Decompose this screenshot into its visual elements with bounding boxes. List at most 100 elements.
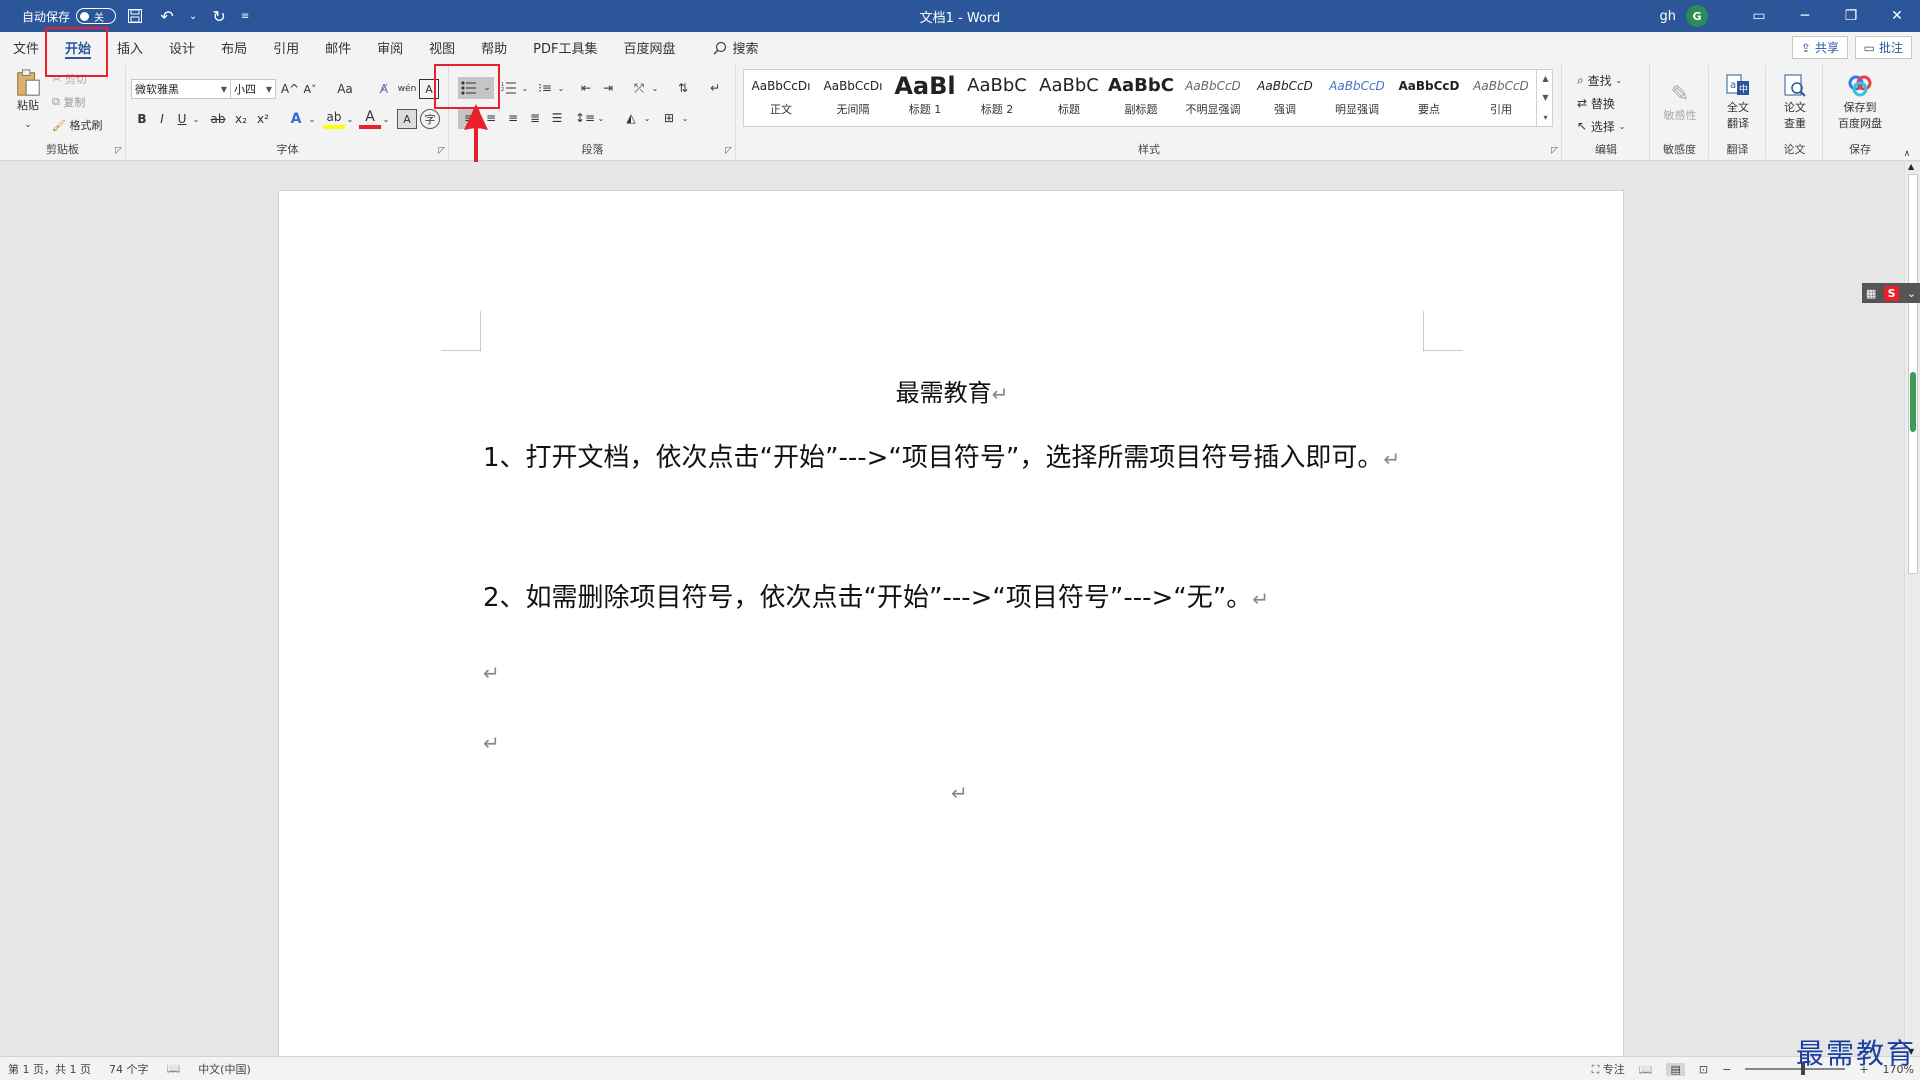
strikethrough-button[interactable]: ab — [207, 109, 229, 129]
select-button[interactable]: ↖ 选择 ⌄ — [1577, 117, 1625, 135]
paste-dropdown-icon[interactable]: ⌄ — [22, 119, 34, 131]
style-intense-emphasis[interactable]: AaBbCcD 明显强调 — [1321, 71, 1393, 123]
tab-review[interactable]: 审阅 — [364, 32, 416, 63]
keyboard-icon[interactable]: ▦ — [1866, 287, 1876, 300]
bold-button[interactable]: B — [133, 109, 151, 129]
copy-button[interactable]: ⧉ 复制 — [52, 94, 85, 110]
chevron-up-icon[interactable]: ▲ — [1908, 162, 1914, 171]
shrink-font-button[interactable]: A˅ — [300, 79, 320, 99]
style-subtle-emphasis[interactable]: AaBbCcD 不明显强调 — [1177, 71, 1249, 123]
more-styles-icon[interactable]: ▾ — [1543, 113, 1547, 122]
clipboard-launcher-icon[interactable]: ◸ — [115, 146, 122, 156]
close-icon[interactable]: ✕ — [1874, 0, 1920, 32]
share-button[interactable]: ⇪ 共享 — [1791, 36, 1848, 59]
sogou-ime-icon[interactable]: S — [1884, 285, 1900, 301]
document-page[interactable]: 最需教育↵ 1、打开文档，依次点击“开始”--->“项目符号”，选择所需项目符号… — [278, 190, 1624, 1056]
undo-dropdown-icon[interactable]: ⌄ — [186, 3, 200, 29]
page-count[interactable]: 第 1 页，共 1 页 — [8, 1061, 91, 1077]
paper-check-button[interactable]: 论文 查重 — [1771, 69, 1819, 135]
tab-pdf-tools[interactable]: PDF工具集 — [520, 32, 610, 63]
collapse-ribbon-icon[interactable]: ∧ — [1900, 149, 1914, 159]
style-strong[interactable]: AaBbCcD 要点 — [1393, 71, 1465, 123]
increase-indent-icon[interactable]: ⇥ — [598, 77, 618, 99]
find-button[interactable]: ⌕ 查找 ⌄ — [1577, 71, 1622, 89]
comments-button[interactable]: ▭ 批注 — [1854, 36, 1912, 59]
user-name[interactable]: gh — [1660, 9, 1677, 24]
save-icon[interactable] — [122, 3, 148, 29]
shading-icon[interactable]: ◭ — [620, 107, 642, 129]
tab-baidu-netdisk[interactable]: 百度网盘 — [610, 32, 688, 63]
style-subtitle[interactable]: AaBbC 副标题 — [1105, 71, 1177, 123]
chevron-down-icon[interactable]: ▼ — [1542, 93, 1548, 102]
chevron-down-icon[interactable]: ⌄ — [1907, 287, 1916, 300]
web-layout-icon[interactable]: ⊡ — [1699, 1063, 1708, 1076]
decrease-indent-icon[interactable]: ⇤ — [576, 77, 596, 99]
multilevel-list-icon[interactable]: ⁝≡ — [534, 77, 556, 99]
change-case-button[interactable]: Aa — [329, 79, 361, 99]
enclose-characters-icon[interactable]: 字 — [420, 109, 440, 129]
justify-icon[interactable]: ≣ — [524, 107, 546, 129]
save-to-baidu-button[interactable]: 保存到 百度网盘 — [1828, 69, 1892, 135]
format-painter-button[interactable]: 🖌 格式刷 — [52, 117, 102, 133]
text-effects-button[interactable]: A — [285, 109, 307, 129]
style-emphasis[interactable]: AaBbCcD 强调 — [1249, 71, 1321, 123]
undo-icon[interactable]: ↶ — [154, 3, 180, 29]
tab-mailings[interactable]: 邮件 — [312, 32, 364, 63]
avatar[interactable]: G — [1686, 5, 1708, 27]
style-normal[interactable]: AaBbCcDı 正文 — [745, 71, 817, 123]
show-marks-icon[interactable]: ↵ — [704, 77, 726, 99]
style-heading-2[interactable]: AaBbC 标题 2 — [961, 71, 1033, 123]
character-shading-icon[interactable]: A — [397, 109, 417, 129]
asian-layout-dropdown-icon[interactable]: ⌄ — [650, 77, 660, 99]
tell-me-search[interactable]: 搜索 — [713, 38, 759, 57]
sort-icon[interactable]: ⇅ — [672, 77, 694, 99]
font-size-combo[interactable]: 小四 ▼ — [230, 79, 276, 99]
borders-dropdown-icon[interactable]: ⌄ — [680, 107, 690, 129]
font-color-dropdown-icon[interactable]: ⌄ — [381, 109, 391, 129]
tab-help[interactable]: 帮助 — [468, 32, 520, 63]
asian-layout-icon[interactable]: ⤱ — [628, 77, 650, 99]
paragraph-launcher-icon[interactable]: ◸ — [725, 146, 732, 156]
zoom-out-icon[interactable]: − — [1722, 1063, 1731, 1076]
style-quote[interactable]: AaBbCcD 引用 — [1465, 71, 1537, 123]
tab-layout[interactable]: 布局 — [208, 32, 260, 63]
underline-button[interactable]: U — [173, 109, 191, 129]
tab-insert[interactable]: 插入 — [104, 32, 156, 63]
numbering-dropdown-icon[interactable]: ⌄ — [520, 77, 530, 99]
phonetic-guide-icon[interactable]: wén — [397, 79, 417, 99]
full-text-translate-button[interactable]: a中 全文 翻译 — [1714, 69, 1762, 135]
shading-dropdown-icon[interactable]: ⌄ — [642, 107, 652, 129]
paste-button[interactable]: 粘贴 — [10, 69, 46, 113]
ribbon-display-icon[interactable]: ▭ — [1736, 0, 1782, 32]
underline-dropdown-icon[interactable]: ⌄ — [191, 109, 201, 129]
customize-qat-icon[interactable]: ≡ — [238, 3, 252, 29]
superscript-button[interactable]: x² — [253, 109, 273, 129]
redo-icon[interactable]: ↻ — [206, 3, 232, 29]
language[interactable]: 中文(中国) — [198, 1061, 251, 1077]
font-color-button[interactable]: A — [359, 109, 381, 129]
document-heading[interactable]: 最需教育↵ — [279, 373, 1625, 408]
italic-button[interactable]: I — [153, 109, 171, 129]
tab-references[interactable]: 引用 — [260, 32, 312, 63]
word-count[interactable]: 74 个字 — [109, 1061, 149, 1077]
font-launcher-icon[interactable]: ◸ — [438, 146, 445, 156]
clear-formatting-icon[interactable]: A̸ — [374, 79, 394, 99]
tab-design[interactable]: 设计 — [156, 32, 208, 63]
restore-icon[interactable]: ❐ — [1828, 0, 1874, 32]
align-right-icon[interactable]: ≡ — [502, 107, 524, 129]
line-spacing-icon[interactable]: ↕≡ — [574, 107, 596, 129]
read-mode-icon[interactable]: 📖 — [1639, 1063, 1653, 1076]
proofing-icon[interactable]: 📖 — [166, 1062, 180, 1075]
print-layout-icon[interactable]: ▤ — [1666, 1062, 1685, 1076]
highlight-dropdown-icon[interactable]: ⌄ — [345, 109, 355, 129]
highlight-button[interactable]: ab — [323, 109, 345, 129]
subscript-button[interactable]: x₂ — [231, 109, 251, 129]
multilevel-dropdown-icon[interactable]: ⌄ — [556, 77, 566, 99]
text-effects-dropdown-icon[interactable]: ⌄ — [307, 109, 317, 129]
style-heading-1[interactable]: AaBl 标题 1 — [889, 71, 961, 123]
numbering-button[interactable]: 12 — [498, 77, 520, 99]
line-spacing-dropdown-icon[interactable]: ⌄ — [596, 107, 606, 129]
style-no-spacing[interactable]: AaBbCcDı 无间隔 — [817, 71, 889, 123]
borders-icon[interactable]: ⊞ — [658, 107, 680, 129]
styles-gallery-scroll[interactable]: ▲ ▼ ▾ — [1536, 69, 1554, 127]
